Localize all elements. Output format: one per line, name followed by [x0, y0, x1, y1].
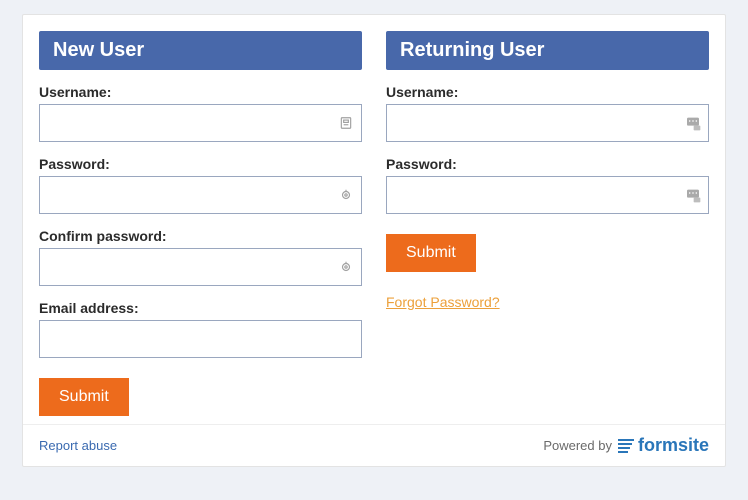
report-abuse-link[interactable]: Report abuse: [39, 438, 117, 453]
new-confirm-label: Confirm password:: [39, 228, 362, 244]
new-email-input[interactable]: [39, 320, 362, 358]
form-card: New User Username: Password:: [22, 14, 726, 467]
new-user-column: New User Username: Password:: [39, 31, 362, 416]
return-username-input[interactable]: [386, 104, 709, 142]
new-password-input[interactable]: [39, 176, 362, 214]
new-email-field: Email address:: [39, 300, 362, 358]
password-manager-icon[interactable]: [685, 187, 701, 203]
password-manager-icon[interactable]: [685, 115, 701, 131]
returning-user-column: Returning User Username: Password:: [386, 31, 709, 416]
brand-name: formsite: [638, 435, 709, 456]
powered-label: Powered by: [543, 438, 612, 453]
return-submit-button[interactable]: Submit: [386, 234, 476, 272]
key-icon: [338, 187, 354, 203]
key-icon: [338, 259, 354, 275]
contact-card-icon: [338, 115, 354, 131]
columns: New User Username: Password:: [23, 15, 725, 416]
new-username-label: Username:: [39, 84, 362, 100]
new-username-field: Username:: [39, 84, 362, 142]
forgot-password-link[interactable]: Forgot Password?: [386, 294, 500, 310]
new-username-input[interactable]: [39, 104, 362, 142]
return-password-input[interactable]: [386, 176, 709, 214]
return-password-label: Password:: [386, 156, 709, 172]
returning-user-header: Returning User: [386, 31, 709, 70]
footer: Report abuse Powered by formsite: [23, 424, 725, 466]
new-confirm-field: Confirm password:: [39, 228, 362, 286]
brand-logo[interactable]: formsite: [618, 435, 709, 456]
new-password-label: Password:: [39, 156, 362, 172]
new-submit-button[interactable]: Submit: [39, 378, 129, 416]
powered-by: Powered by formsite: [543, 435, 709, 456]
new-confirm-input[interactable]: [39, 248, 362, 286]
return-username-field: Username:: [386, 84, 709, 142]
return-username-label: Username:: [386, 84, 709, 100]
new-password-field: Password:: [39, 156, 362, 214]
new-user-header: New User: [39, 31, 362, 70]
return-password-field: Password:: [386, 156, 709, 214]
new-email-label: Email address:: [39, 300, 362, 316]
brand-bars-icon: [618, 439, 634, 453]
